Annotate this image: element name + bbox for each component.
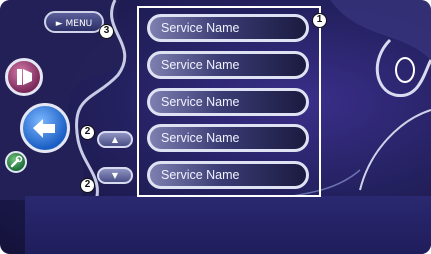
media-source-button[interactable] xyxy=(5,58,43,96)
service-item[interactable]: Service Name xyxy=(147,88,309,116)
menu-arrow-icon: ► xyxy=(55,19,63,29)
display-screen: ► MENU ▲ ▼ Service Name Service Name Ser… xyxy=(0,0,431,254)
back-arrow-icon xyxy=(33,119,55,138)
service-item[interactable]: Service Name xyxy=(147,124,309,152)
setup-button[interactable] xyxy=(5,151,27,173)
ornament-ring-icon xyxy=(395,57,415,83)
up-arrow-icon: ▲ xyxy=(111,135,119,144)
down-arrow-icon: ▼ xyxy=(111,171,119,180)
service-item[interactable]: Service Name xyxy=(147,51,309,79)
wrench-icon xyxy=(10,155,23,168)
callout-scroll-down: 2 xyxy=(80,178,95,193)
media-source-icon xyxy=(17,69,32,85)
callout-list: 1 xyxy=(312,13,327,28)
callout-menu: 3 xyxy=(99,24,114,39)
callout-scroll-up: 2 xyxy=(80,125,95,140)
service-item[interactable]: Service Name xyxy=(147,161,309,189)
menu-button-label: MENU xyxy=(65,19,93,29)
bottom-bar xyxy=(25,196,431,254)
scroll-up-button[interactable]: ▲ xyxy=(97,131,133,148)
service-item[interactable]: Service Name xyxy=(147,14,309,42)
back-button[interactable] xyxy=(20,103,70,153)
scroll-down-button[interactable]: ▼ xyxy=(97,167,133,184)
menu-button[interactable]: ► MENU xyxy=(44,11,104,33)
